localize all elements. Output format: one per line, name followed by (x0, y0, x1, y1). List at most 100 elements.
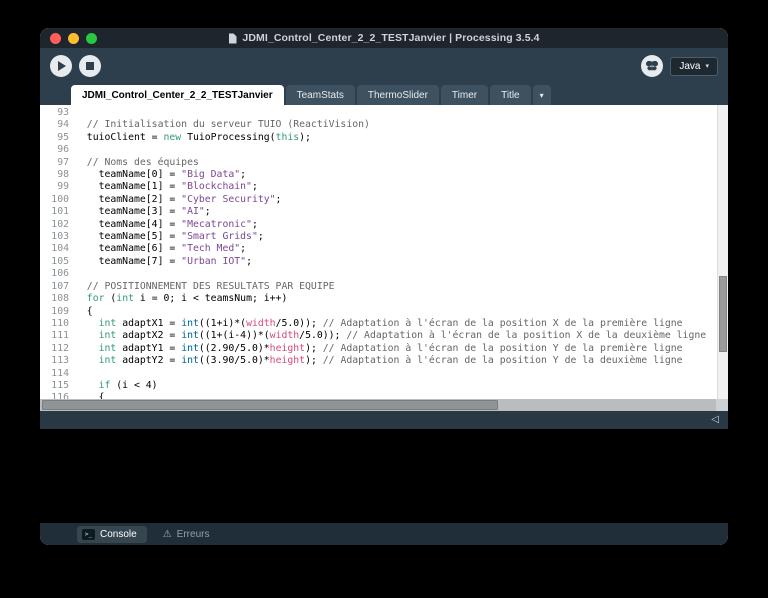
code-line: 103 teamName[5] = "Smart Grids"; (43, 231, 717, 243)
vertical-scrollbar[interactable] (717, 105, 728, 399)
title-wrap: JDMI_Control_Center_2_2_TESTJanvier | Pr… (228, 32, 539, 44)
code-line: 104 teamName[6] = "Tech Med"; (43, 243, 717, 255)
errors-tab-label: Erreurs (177, 529, 210, 540)
editor-tab[interactable]: Title (490, 85, 531, 105)
line-number: 113 (43, 355, 75, 367)
footer-bar: >_ Console ⚠ Erreurs (40, 523, 728, 545)
code-text: teamName[1] = "Blockchain"; (75, 181, 258, 192)
line-number: 97 (43, 157, 75, 169)
line-number: 114 (43, 368, 75, 380)
tab-console[interactable]: >_ Console (77, 526, 147, 543)
code-line: 112 int adaptY1 = int((2.90/5.0)*height)… (43, 343, 717, 355)
code-text: { (75, 306, 93, 317)
line-number: 100 (43, 194, 75, 206)
code-text: for (int i = 0; i < teamsNum; i++) (75, 293, 287, 304)
code-text: teamName[4] = "Mecatronic"; (75, 219, 258, 230)
code-text: // Noms des équipes (75, 157, 199, 168)
line-number: 99 (43, 181, 75, 193)
code-line: 101 teamName[3] = "AI"; (43, 206, 717, 218)
code-text: teamName[3] = "AI"; (75, 206, 211, 217)
line-number: 103 (43, 231, 75, 243)
code-line: 99 teamName[1] = "Blockchain"; (43, 181, 717, 193)
line-number: 111 (43, 330, 75, 342)
warning-icon: ⚠ (163, 529, 172, 540)
code-line: 98 teamName[0] = "Big Data"; (43, 169, 717, 181)
horizontal-scrollbar[interactable] (40, 399, 728, 411)
debug-button[interactable] (641, 55, 663, 77)
close-window-button[interactable] (50, 33, 61, 44)
code-line: 95 tuioClient = new TuioProcessing(this)… (43, 132, 717, 144)
zoom-window-button[interactable] (86, 33, 97, 44)
editor-tab[interactable]: TeamStats (286, 85, 355, 105)
line-number: 112 (43, 343, 75, 355)
code-text: if (i < 4) (75, 380, 158, 391)
line-number: 107 (43, 281, 75, 293)
code-text: teamName[0] = "Big Data"; (75, 169, 246, 180)
stop-button[interactable] (79, 55, 101, 77)
play-icon (58, 61, 66, 71)
mode-selector[interactable]: Java ▾ (670, 57, 718, 76)
line-number: 94 (43, 119, 75, 131)
mode-label: Java (679, 61, 700, 72)
code-line: 100 teamName[2] = "Cyber Security"; (43, 194, 717, 206)
code-text: teamName[2] = "Cyber Security"; (75, 194, 281, 205)
code-line: 115 if (i < 4) (43, 380, 717, 392)
line-number: 110 (43, 318, 75, 330)
tab-bar: JDMI_Control_Center_2_2_TESTJanvierTeamS… (40, 84, 728, 105)
code-line: 93 (43, 107, 717, 119)
line-number: 96 (43, 144, 75, 156)
console-output (40, 429, 728, 523)
code-text (75, 268, 81, 279)
console-divider[interactable]: ◁ (40, 411, 728, 429)
window-title: JDMI_Control_Center_2_2_TESTJanvier | Pr… (242, 32, 539, 44)
code-line: 113 int adaptY2 = int((3.90/5.0)*height)… (43, 355, 717, 367)
code-text: int adaptX2 = int((1+(i-4))*(width/5.0))… (75, 330, 706, 341)
minimize-window-button[interactable] (68, 33, 79, 44)
line-number: 93 (43, 107, 75, 119)
chevron-down-icon: ▾ (705, 62, 709, 70)
code-line: 109 { (43, 306, 717, 318)
code-editor[interactable]: 93 94 // Initialisation du serveur TUIO … (40, 105, 728, 399)
code-area: 93 94 // Initialisation du serveur TUIO … (43, 107, 717, 399)
code-line: 110 int adaptX1 = int((1+i)*(width/5.0))… (43, 318, 717, 330)
editor-tab[interactable]: JDMI_Control_Center_2_2_TESTJanvier (71, 85, 284, 105)
code-text: { (75, 392, 105, 399)
console-collapse-icon[interactable]: ◁ (711, 415, 719, 425)
window-controls (50, 28, 97, 48)
editor-tab[interactable]: Timer (441, 85, 488, 105)
tab-errors[interactable]: ⚠ Erreurs (163, 529, 210, 540)
debug-butterfly-icon (645, 60, 659, 72)
tab-overflow-button[interactable]: ▾ (533, 85, 551, 105)
code-text: int adaptX1 = int((1+i)*(width/5.0)); //… (75, 318, 683, 329)
line-number: 106 (43, 268, 75, 280)
code-text (75, 368, 81, 379)
code-text (75, 107, 81, 118)
run-button[interactable] (50, 55, 72, 77)
code-text: int adaptY1 = int((2.90/5.0)*height); //… (75, 343, 683, 354)
console-tab-label: Console (100, 529, 137, 540)
line-number: 104 (43, 243, 75, 255)
scrollbar-corner (716, 399, 728, 411)
code-line: 96 (43, 144, 717, 156)
line-number: 98 (43, 169, 75, 181)
code-line: 114 (43, 368, 717, 380)
code-line: 105 teamName[7] = "Urban IOT"; (43, 256, 717, 268)
toolbar: Java ▾ (40, 48, 728, 84)
line-number: 116 (43, 392, 75, 399)
line-number: 109 (43, 306, 75, 318)
code-line: 116 { (43, 392, 717, 399)
titlebar[interactable]: JDMI_Control_Center_2_2_TESTJanvier | Pr… (40, 28, 728, 48)
code-text: // Initialisation du serveur TUIO (React… (75, 119, 370, 130)
code-text: teamName[6] = "Tech Med"; (75, 243, 246, 254)
code-line: 97 // Noms des équipes (43, 157, 717, 169)
code-line: 106 (43, 268, 717, 280)
stop-icon (86, 62, 94, 70)
vertical-scrollbar-thumb[interactable] (719, 276, 727, 352)
line-number: 105 (43, 256, 75, 268)
code-line: 111 int adaptX2 = int((1+(i-4))*(width/5… (43, 330, 717, 342)
horizontal-scrollbar-thumb[interactable] (42, 400, 498, 410)
code-text: teamName[7] = "Urban IOT"; (75, 256, 252, 267)
editor-tab[interactable]: ThermoSlider (357, 85, 439, 105)
code-text: teamName[5] = "Smart Grids"; (75, 231, 264, 242)
code-text: tuioClient = new TuioProcessing(this); (75, 132, 311, 143)
